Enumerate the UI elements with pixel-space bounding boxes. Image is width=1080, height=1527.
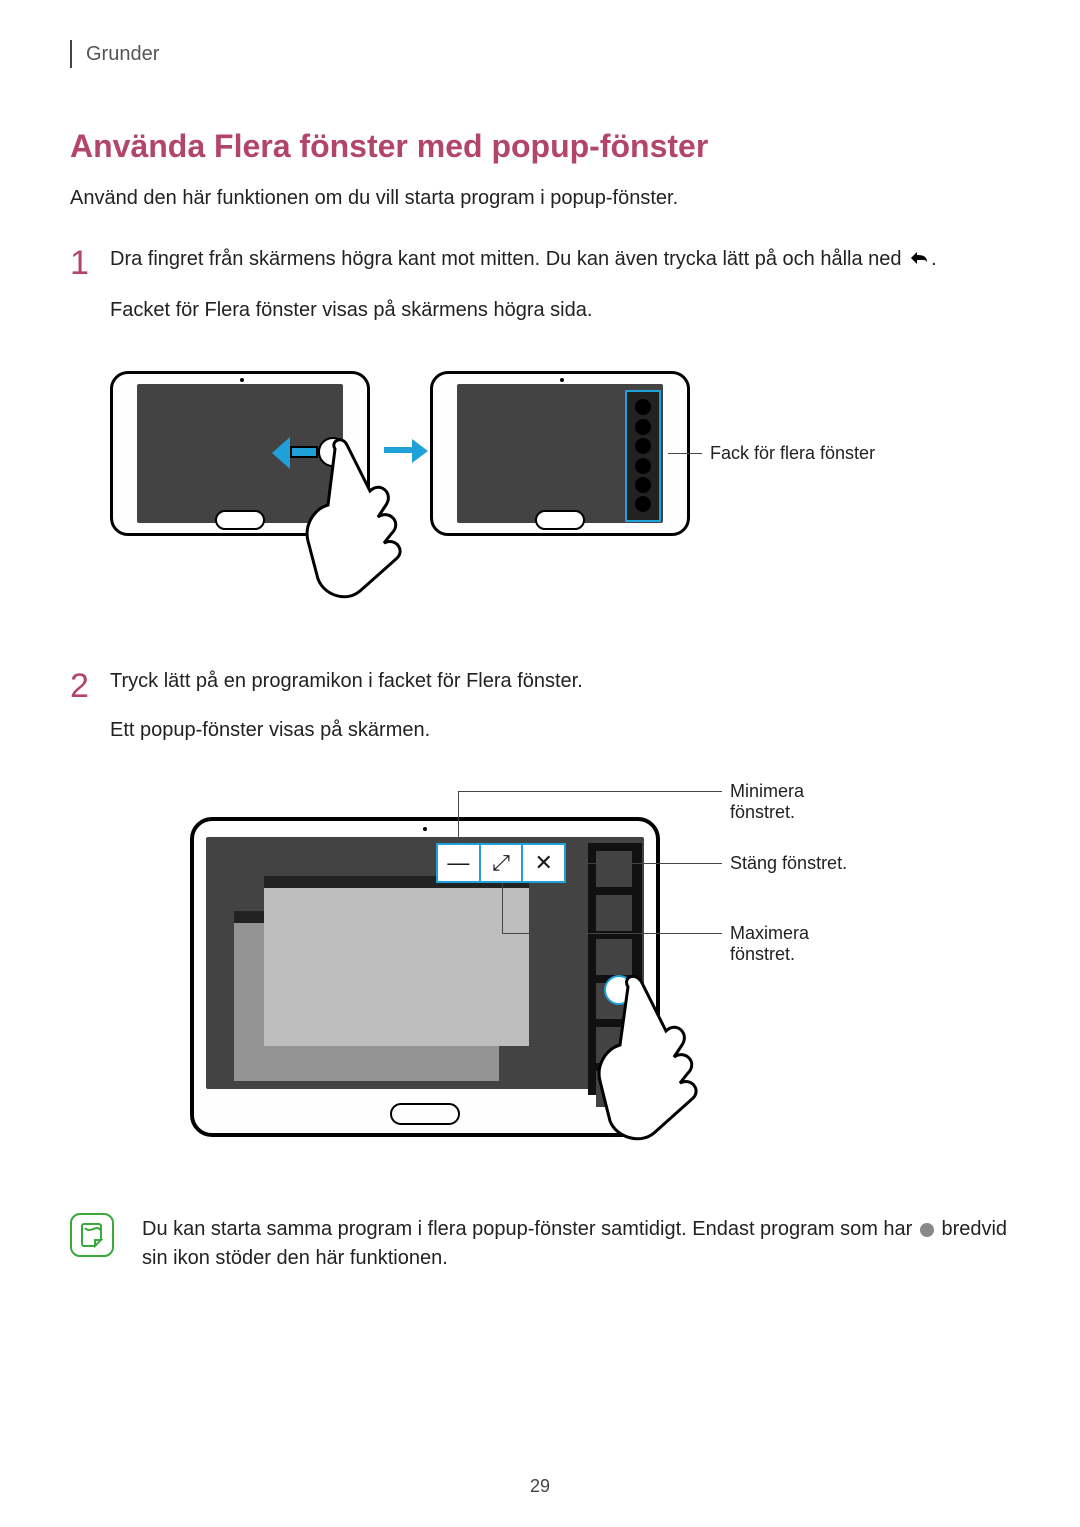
breadcrumb-text: Grunder <box>86 43 159 66</box>
popup-toolbar: — ⤢ ✕ <box>436 843 566 883</box>
close-icon: ✕ <box>521 845 564 881</box>
callout-minimize: Minimera fönstret. <box>730 781 850 824</box>
step-2-text: Tryck lätt på en programikon i facket fö… <box>110 667 1010 696</box>
return-icon <box>907 244 931 276</box>
step-2: 2 Tryck lätt på en programikon i facket … <box>70 667 1010 765</box>
step-number: 1 <box>70 244 110 345</box>
leader-line <box>458 791 459 843</box>
popup-capable-icon <box>920 1223 934 1237</box>
figure-popup: — ⤢ ✕ Minimera fönstret. Stäng fönstret.… <box>190 791 940 1181</box>
tablet-after <box>430 371 690 536</box>
section-intro: Använd den här funktionen om du vill sta… <box>70 187 1010 210</box>
arrow-right-icon <box>384 441 426 461</box>
leader-line <box>502 883 503 933</box>
hand-icon <box>590 967 720 1177</box>
figure-swipe: Fack för flera fönster <box>110 371 1010 631</box>
popup-window-front <box>264 876 529 1046</box>
step-1-result: Facket för Flera fönster visas på skärme… <box>110 296 1010 325</box>
callout-close: Stäng fönstret. <box>730 853 847 875</box>
leader-line <box>668 453 702 454</box>
callout-maximize: Maximera fönstret. <box>730 923 850 966</box>
section-title: Använda Flera fönster med popup-fönster <box>70 128 1010 165</box>
leader-line <box>458 791 722 792</box>
step-1: 1 Dra fingret från skärmens högra kant m… <box>70 244 1010 345</box>
hand-icon <box>300 431 420 631</box>
note-text: Du kan starta samma program i flera popu… <box>142 1213 1010 1273</box>
maximize-icon: ⤢ <box>479 845 522 881</box>
step-number: 2 <box>70 667 110 765</box>
breadcrumb: Grunder <box>70 40 1010 68</box>
note-icon <box>70 1213 114 1257</box>
leader-line <box>502 933 722 934</box>
minimize-icon: — <box>438 845 479 881</box>
note: Du kan starta samma program i flera popu… <box>70 1213 1010 1273</box>
step-1-text: Dra fingret från skärmens högra kant mot… <box>110 244 1010 276</box>
step-2-result: Ett popup-fönster visas på skärmen. <box>110 716 1010 745</box>
page-number: 29 <box>0 1476 1080 1497</box>
callout-tray-label: Fack för flera fönster <box>710 443 875 464</box>
multi-window-tray <box>625 390 661 522</box>
leader-line <box>568 863 722 864</box>
